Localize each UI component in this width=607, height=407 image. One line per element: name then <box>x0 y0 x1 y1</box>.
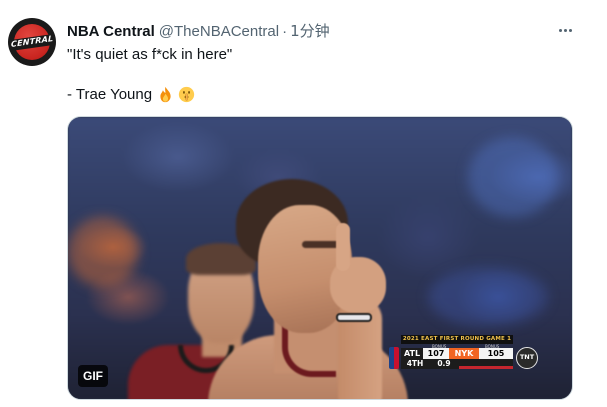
timestamp[interactable]: 1分钟 <box>290 20 330 41</box>
more-options-icon[interactable] <box>553 18 577 42</box>
scoreboard-overlay: 2021 EAST FIRST ROUND GAME 1 BONUS BONUS… <box>389 335 539 371</box>
fire-emoji-icon <box>157 86 174 103</box>
nba-logo-icon <box>389 347 399 369</box>
gif-badge: GIF <box>78 365 108 387</box>
team1-score: 107 <box>423 348 449 359</box>
user-handle[interactable]: @TheNBACentral <box>159 23 279 40</box>
gif-media[interactable]: 2021 EAST FIRST ROUND GAME 1 BONUS BONUS… <box>67 116 573 400</box>
tweet-header: NBA Central @TheNBACentral · 1分钟 <box>67 20 330 40</box>
tweet-text-attribution-line: - Trae Young <box>67 86 195 103</box>
tnt-logo-icon: TNT <box>516 347 538 369</box>
team2-score: 105 <box>479 348 513 359</box>
shushing-face-emoji-icon <box>178 86 195 103</box>
tweet-card[interactable]: CENTRAL NBA Central @TheNBACentral · 1分钟… <box>0 0 607 407</box>
avatar[interactable]: CENTRAL <box>8 18 56 66</box>
game-clock: 0.9 <box>437 359 451 368</box>
team1-name: ATL <box>401 348 423 359</box>
scoreboard-header: 2021 EAST FIRST ROUND GAME 1 <box>401 335 513 344</box>
game-period: 4TH <box>406 359 424 368</box>
team2-name: NYK <box>449 348 479 359</box>
tweet-text-quote: "It's quiet as f*ck in here" <box>67 46 233 63</box>
separator-dot: · <box>282 23 288 40</box>
display-name[interactable]: NBA Central <box>67 23 155 40</box>
tweet-text-attribution: - Trae Young <box>67 86 153 103</box>
